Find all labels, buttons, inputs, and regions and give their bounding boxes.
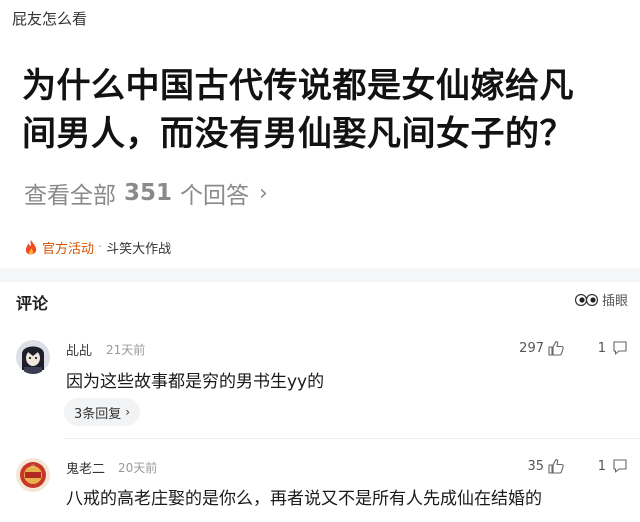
- comment-divider: [64, 438, 640, 439]
- fire-icon: [25, 239, 37, 254]
- section-divider-band: [0, 268, 640, 282]
- like-count: 297: [519, 340, 544, 356]
- comment-time: 20天前: [118, 461, 158, 475]
- comment-text: 八戒的高老庄娶的是你么，再者说又不是所有人先成仙在结婚的: [66, 489, 542, 509]
- activity-topic: 斗笑大作战: [106, 242, 172, 257]
- comment-username[interactable]: 乩乩: [66, 340, 92, 359]
- comment-username[interactable]: 鬼老二: [66, 458, 105, 477]
- thumbs-up-icon: [548, 458, 564, 474]
- comment-bubble-icon: [613, 459, 627, 473]
- comment-time: 21天前: [106, 343, 146, 357]
- activity-separator: ·: [98, 240, 103, 255]
- question-title-line-2: 间男人，而没有男仙娶凡间女子的？: [22, 114, 574, 154]
- comments-header: 评论 插眼: [0, 282, 640, 322]
- view-all-prefix: 查看全部: [24, 183, 116, 209]
- reply-count: 1: [597, 458, 606, 474]
- thumbs-up-icon: [548, 340, 564, 356]
- comment-item: 鬼老二 20天前 35 1 八戒的高老庄娶的是你么，再者说又不是所有人先成仙在结…: [0, 440, 640, 522]
- reply-count: 1: [597, 340, 606, 356]
- like-count: 35: [527, 458, 544, 474]
- eyes-label: 插眼: [601, 294, 628, 309]
- activity-tag[interactable]: 官方活动 · 斗笑大作战: [24, 238, 171, 257]
- view-replies-label: 3条回复: [74, 406, 122, 422]
- avatar[interactable]: [16, 458, 50, 492]
- like-button[interactable]: 35: [527, 458, 564, 474]
- avatar[interactable]: [16, 340, 50, 374]
- eyes-icon: [574, 293, 599, 306]
- comment-text: 因为这些故事都是穷的男书生yy的: [66, 372, 325, 392]
- comments-title: 评论: [16, 294, 49, 313]
- answer-count: 351: [124, 180, 173, 206]
- question-title[interactable]: 为什么中国古代传说都是女仙嫁给凡 间男人，而没有男仙娶凡间女子的？: [22, 62, 622, 158]
- section-label: 屁友怎么看: [12, 10, 88, 28]
- view-all-suffix: 个回答: [180, 183, 250, 209]
- avatar-image: [16, 458, 50, 492]
- chevron-right-icon: ›: [125, 405, 131, 419]
- chevron-right-icon: ›: [259, 180, 268, 206]
- comment-bubble-icon: [613, 341, 627, 355]
- bookmark-eyes-button[interactable]: 插眼: [574, 290, 628, 309]
- comment-item: 乩乩 21天前 297 1 因为这些故事都是穷的男书生yy的 3条回复 ›: [0, 322, 640, 440]
- view-all-answers-link[interactable]: 查看全部 351 个回答 ›: [24, 176, 268, 210]
- reply-button[interactable]: 1: [598, 458, 628, 474]
- view-replies-button[interactable]: 3条回复 ›: [64, 398, 141, 426]
- question-title-line-1: 为什么中国古代传说都是女仙嫁给凡: [22, 66, 574, 106]
- like-button[interactable]: 297: [519, 340, 564, 356]
- reply-button[interactable]: 1: [598, 340, 628, 356]
- avatar-image: [16, 340, 50, 374]
- activity-tag-label: 官方活动: [42, 242, 95, 257]
